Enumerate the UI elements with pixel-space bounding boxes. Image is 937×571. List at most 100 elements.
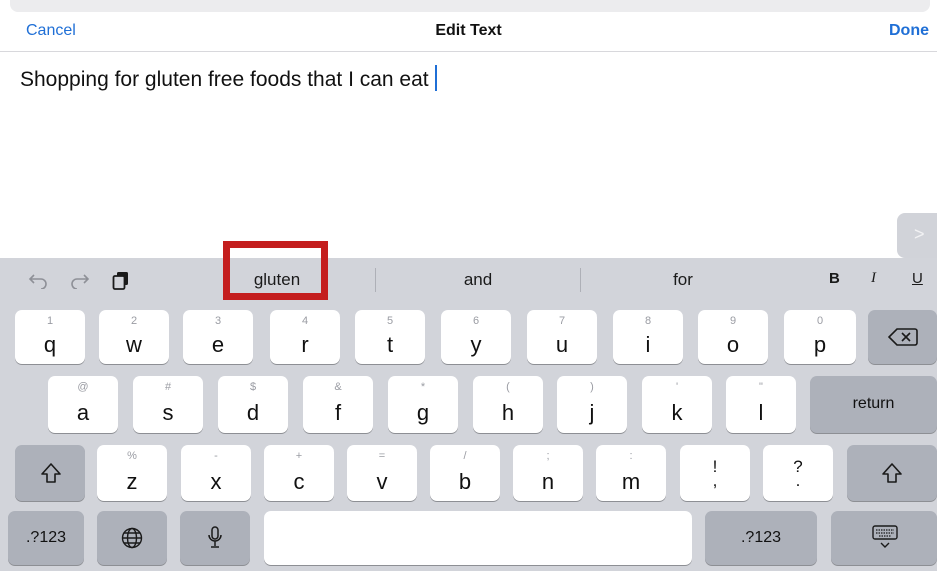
key-sub-label: *: [420, 381, 426, 393]
key-x[interactable]: -x: [181, 445, 251, 501]
key-label: v: [376, 469, 388, 494]
key-label: m: [621, 469, 641, 494]
numbers-key-right[interactable]: .?123: [705, 511, 817, 565]
return-key-label: return: [852, 395, 895, 412]
suggestion-for[interactable]: for: [630, 258, 736, 302]
numbers-key-left[interactable]: .?123: [8, 511, 84, 565]
key-label: l: [758, 400, 764, 425]
key-z[interactable]: % z: [97, 445, 167, 501]
edit-text-screen: Cancel Edit Text Done Shopping for glute…: [0, 0, 937, 571]
top-strip: [10, 0, 930, 12]
shift-icon: [41, 463, 61, 483]
key-label: o: [726, 332, 740, 357]
key-sub-label: 6: [472, 315, 480, 327]
key-h[interactable]: (h: [473, 376, 543, 433]
key-y[interactable]: 6y: [441, 310, 511, 364]
suggestion-and[interactable]: and: [420, 258, 536, 302]
key-d[interactable]: $ d: [218, 376, 288, 433]
suggestion-divider: [375, 268, 376, 292]
key-sub-label: &: [334, 381, 342, 393]
key-sub-label: /: [463, 450, 467, 462]
key-w[interactable]: 2w: [99, 310, 169, 364]
key-l[interactable]: " l: [726, 376, 796, 433]
key-q[interactable]: 1q: [15, 310, 85, 364]
key-o[interactable]: 9o: [698, 310, 768, 364]
underline-button[interactable]: U: [912, 270, 923, 287]
key-sub-label: 5: [386, 315, 394, 327]
suggestion-divider: [580, 268, 581, 292]
key-sub-label: @: [77, 381, 89, 393]
paste-icon[interactable]: [112, 271, 130, 291]
dictation-key[interactable]: [180, 511, 250, 565]
numbers-key-label: .?123: [740, 529, 782, 546]
key-j[interactable]: ) j: [557, 376, 627, 433]
microphone-icon: [208, 526, 222, 548]
key-u[interactable]: 7u: [527, 310, 597, 364]
backspace-key[interactable]: [868, 310, 937, 364]
backspace-icon: [888, 328, 918, 346]
key-label: z: [126, 469, 138, 494]
text-editor[interactable]: Shopping for gluten free foods that I ca…: [0, 53, 937, 213]
key-sub-label: -: [214, 450, 218, 462]
dismiss-keyboard-key[interactable]: [831, 511, 937, 565]
key-a[interactable]: @ a: [48, 376, 118, 433]
key-sub-label: +: [295, 450, 303, 462]
key-r[interactable]: 4r: [270, 310, 340, 364]
key-n[interactable]: ; n: [513, 445, 583, 501]
done-button[interactable]: Done: [889, 22, 929, 40]
key-p[interactable]: 0p: [784, 310, 856, 364]
key-label: d: [246, 400, 260, 425]
keyboard-dismiss-icon: [872, 525, 898, 548]
key-g[interactable]: * g: [388, 376, 458, 433]
key-sub-label: 4: [301, 315, 309, 327]
globe-icon: [121, 527, 143, 549]
globe-key[interactable]: [97, 511, 167, 565]
key-label: q: [43, 332, 57, 357]
key-sub-label: ": [759, 381, 763, 393]
page-title: Edit Text: [435, 22, 502, 39]
editor-text: Shopping for gluten free foods that I ca…: [20, 68, 429, 91]
key-v[interactable]: = v: [347, 445, 417, 501]
return-key[interactable]: return: [810, 376, 937, 433]
key-sub-label: %: [127, 450, 137, 462]
key-e[interactable]: 3e: [183, 310, 253, 364]
suggestion-bar: gluten and for B I U: [0, 258, 937, 302]
key-question[interactable]: ?.: [763, 445, 833, 501]
key-sub-label: $: [249, 381, 257, 393]
key-label: x: [210, 469, 222, 494]
key-label: a: [76, 400, 90, 425]
key-label: r: [301, 332, 309, 357]
key-t[interactable]: 5t: [355, 310, 425, 364]
key-k[interactable]: ' k: [642, 376, 712, 433]
key-b[interactable]: / b: [430, 445, 500, 501]
next-arrow-button[interactable]: >: [897, 213, 937, 258]
key-s[interactable]: # s: [133, 376, 203, 433]
key-label: p: [813, 332, 827, 357]
key-sub-label: 0: [816, 315, 824, 327]
shift-key-left[interactable]: [15, 445, 85, 501]
key-alt-label: ,: [712, 471, 718, 490]
key-sub-label: 2: [130, 315, 138, 327]
redo-icon[interactable]: [70, 273, 90, 289]
key-label: g: [416, 400, 430, 425]
key-label: y: [470, 332, 482, 357]
key-label: j: [589, 400, 595, 425]
bold-button[interactable]: B: [829, 270, 840, 287]
key-sub-label: (: [506, 381, 510, 393]
key-i[interactable]: 8i: [613, 310, 683, 364]
space-key[interactable]: [264, 511, 692, 565]
key-c[interactable]: + c: [264, 445, 334, 501]
key-m[interactable]: :m: [596, 445, 666, 501]
text-line: Shopping for gluten free foods that I ca…: [20, 65, 437, 92]
key-sub-label: ): [590, 381, 594, 393]
undo-icon[interactable]: [28, 273, 48, 289]
key-sub-label: 1: [46, 315, 54, 327]
key-label: t: [386, 332, 394, 357]
key-sub-label: ;: [546, 450, 550, 462]
key-exclamation[interactable]: !,: [680, 445, 750, 501]
shift-key-right[interactable]: [847, 445, 937, 501]
shift-icon: [882, 463, 902, 483]
italic-button[interactable]: I: [871, 270, 876, 287]
key-label: h: [501, 400, 515, 425]
key-f[interactable]: & f: [303, 376, 373, 433]
